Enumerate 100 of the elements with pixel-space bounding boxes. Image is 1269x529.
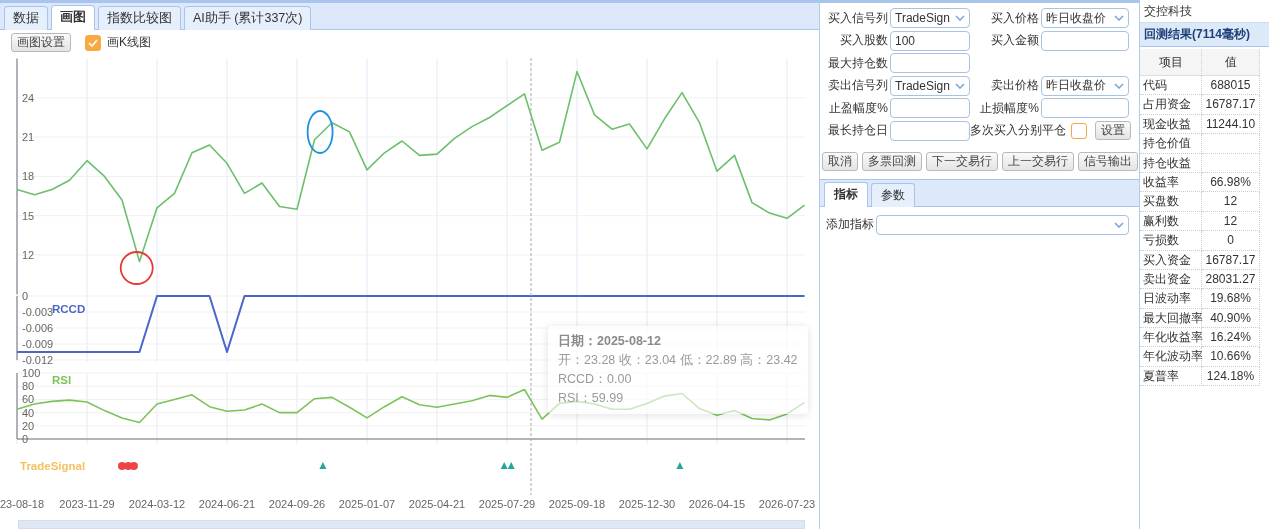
empty-cell — [1202, 134, 1260, 154]
table-cell: 亏损数 — [1140, 231, 1202, 251]
field-label: 止损幅度% — [980, 99, 1039, 117]
axis-label: 24 — [22, 91, 35, 104]
input-field[interactable] — [890, 98, 970, 118]
axis-label: 23-08-18 — [0, 498, 45, 510]
field-label: 最大持仓数 — [827, 54, 888, 72]
input-field[interactable] — [890, 120, 970, 141]
table-cell: 19.68% — [1202, 289, 1260, 309]
tooltip-title: 日期：2025-08-12 — [558, 333, 661, 350]
action-button[interactable]: 多票回测 — [861, 151, 922, 171]
table-cell: 124.18% — [1202, 366, 1260, 387]
tab[interactable]: 指标 — [824, 181, 868, 207]
action-button[interactable]: 信号输出 — [1077, 151, 1138, 171]
tooltip-text: RSI：59.99 — [558, 390, 624, 407]
field-label: 买入信号列 — [827, 9, 888, 27]
table-cell: 卖出资金 — [1140, 269, 1202, 290]
table-cell: 年化波动率 — [1140, 347, 1202, 367]
chevron-down-icon — [1114, 15, 1124, 21]
axis-label: 2025-04-21 — [408, 498, 466, 510]
axis-label: 40 — [22, 406, 35, 419]
axis-label: 20 — [22, 419, 35, 432]
axis-label: 21 — [22, 131, 35, 144]
indicator-select[interactable] — [876, 214, 1129, 235]
action-button[interactable]: 取消 — [821, 151, 858, 171]
tab[interactable]: 数据 — [4, 6, 48, 30]
checkbox[interactable] — [1071, 122, 1087, 139]
table-cell: 收益率 — [1140, 172, 1202, 193]
axis-label: 0 — [22, 290, 29, 302]
checkbox-label: 画K线图 — [107, 34, 151, 51]
input-field[interactable]: 100 — [890, 30, 970, 51]
chart-settings-button[interactable]: 画图设置 — [11, 33, 71, 52]
axis-label: -0.006 — [22, 322, 54, 334]
table-cell: 16787.17 — [1202, 250, 1260, 270]
empty-cell — [1202, 153, 1260, 173]
axis-label: 2025-12-30 — [618, 498, 676, 510]
field-label: 买入价格 — [991, 9, 1039, 27]
tab[interactable]: 画图 — [51, 5, 95, 30]
chevron-down-icon — [955, 15, 965, 21]
field-label: 卖出价格 — [991, 77, 1039, 94]
select-field[interactable]: 昨日收盘价 — [1041, 8, 1129, 28]
table-cell: 11244.10 — [1202, 114, 1260, 135]
column-header: 项目 — [1140, 49, 1202, 76]
table-cell: 28031.27 — [1202, 269, 1260, 290]
axis-label: 2025-09-18 — [548, 498, 606, 510]
axis-label: 2026-07-23 — [758, 498, 816, 510]
series-label: TradeSignal — [20, 460, 86, 472]
axis-label: -0.009 — [22, 338, 54, 350]
input-field[interactable] — [890, 53, 970, 73]
axis-label: 2024-06-21 — [198, 498, 256, 510]
table-cell: 持仓价值 — [1140, 134, 1202, 154]
action-button[interactable]: 上一交易行 — [1001, 151, 1074, 171]
input-field[interactable] — [1041, 30, 1129, 51]
table-cell: 0 — [1202, 231, 1260, 251]
settings-button[interactable]: 设置 — [1095, 121, 1131, 140]
axis-label: -0.012 — [22, 354, 54, 366]
range-slider[interactable] — [18, 520, 805, 529]
field-label: 添加指标 — [826, 216, 874, 233]
table-cell: 688015 — [1202, 76, 1260, 96]
select-field[interactable]: 昨日收盘价 — [1041, 75, 1129, 96]
chevron-down-icon — [1114, 82, 1124, 89]
axis-label: -0.003 — [22, 306, 54, 318]
axis-label: 80 — [22, 380, 35, 393]
action-button[interactable]: 下一交易行 — [925, 151, 998, 171]
table-cell: 买入资金 — [1140, 250, 1202, 270]
highlight-ellipse — [306, 110, 334, 154]
axis-label: 100 — [22, 367, 41, 379]
axis-label: 15 — [22, 209, 35, 222]
field-label: 多次买入分别平仓 — [970, 122, 1066, 139]
table-cell: 12 — [1202, 192, 1260, 212]
series-label: RCCD — [52, 303, 86, 315]
tab[interactable]: 指数比较图 — [98, 6, 181, 30]
tooltip-text: RCCD：0.00 — [558, 371, 632, 388]
panel-title: 回测结果(7114毫秒) — [1140, 23, 1269, 47]
tab[interactable]: 参数 — [871, 182, 915, 207]
axis-label: 0 — [22, 433, 29, 445]
checkbox[interactable] — [85, 34, 101, 51]
table-cell: 代码 — [1140, 76, 1202, 96]
table-cell: 16787.17 — [1202, 95, 1260, 115]
table-cell: 66.98% — [1202, 172, 1260, 193]
field-label: 买入股数 — [839, 32, 888, 49]
table-cell: 10.66% — [1202, 347, 1260, 367]
table-cell: 赢利数 — [1140, 211, 1202, 232]
axis-label: 2024-09-26 — [268, 498, 326, 510]
select-field[interactable]: TradeSign — [890, 75, 970, 96]
input-field[interactable] — [1041, 98, 1129, 118]
table-cell: 12 — [1202, 211, 1260, 232]
field-label: 卖出信号列 — [827, 77, 888, 94]
table-cell: 日波动率 — [1140, 289, 1202, 309]
signal-triangle — [676, 462, 684, 469]
checkmark-icon — [88, 38, 98, 47]
axis-label: 2025-07-29 — [478, 498, 536, 510]
axis-label: 60 — [22, 393, 35, 406]
signal-triangle — [319, 462, 327, 469]
highlight-circle — [119, 251, 154, 285]
series-label: RSI — [52, 374, 72, 386]
tab[interactable]: AI助手 (累计337次) — [184, 6, 312, 30]
select-field[interactable]: TradeSign — [890, 8, 970, 28]
table-cell: 买盘数 — [1140, 192, 1202, 212]
table-cell: 夏普率 — [1140, 366, 1202, 387]
